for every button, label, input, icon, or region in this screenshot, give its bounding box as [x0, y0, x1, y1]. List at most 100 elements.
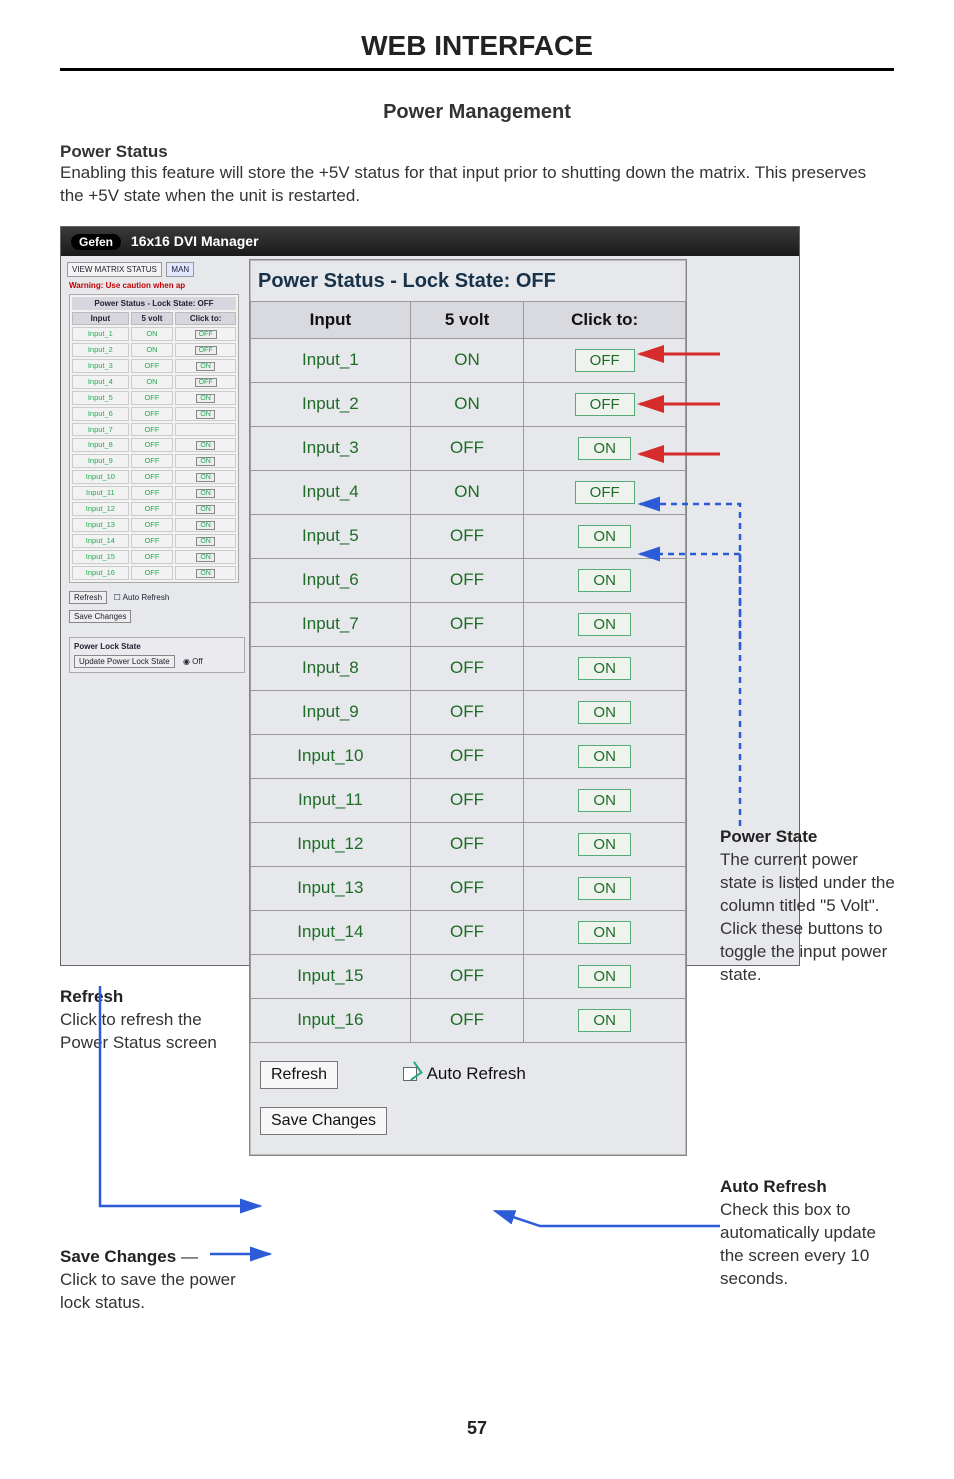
zoom-table-row: Input_15OFF ON — [251, 954, 686, 998]
mini-table-row: Input_11OFFON — [72, 486, 236, 500]
zoom-toggle-button[interactable]: ON — [578, 657, 631, 680]
mini-toggle-button[interactable]: OFF — [195, 330, 217, 339]
zoom-col-input: Input — [251, 301, 411, 338]
mini-cell-5volt: OFF — [131, 359, 174, 373]
zoom-cell-5volt: ON — [410, 470, 524, 514]
mini-cell-label: Input_15 — [72, 550, 129, 564]
mini-toggle-button[interactable]: ON — [196, 537, 215, 546]
mini-cell-5volt: OFF — [131, 438, 174, 452]
mini-toggle-button[interactable]: ON — [196, 473, 215, 482]
mini-status-table: Power Status - Lock State: OFF Input 5 v… — [69, 294, 239, 583]
zoom-toggle-button[interactable]: ON — [578, 701, 631, 724]
mini-cell-label: Input_2 — [72, 343, 129, 357]
mini-col-clickto: Click to: — [175, 312, 236, 325]
tab-view-matrix-status[interactable]: VIEW MATRIX STATUS — [67, 262, 162, 277]
zoom-table-row: Input_9OFFON — [251, 690, 686, 734]
zoom-toggle-button[interactable]: ON — [578, 921, 631, 944]
zoom-refresh-button[interactable]: Refresh — [260, 1061, 338, 1089]
zoom-toggle-button[interactable]: OFF — [575, 349, 635, 372]
mini-cell-clickto: ON — [175, 550, 236, 564]
zoom-table-row: Input_16OFFON — [251, 998, 686, 1042]
zoom-table-row: Input_11OFFON — [251, 778, 686, 822]
zoom-cell-clickto: ON — [524, 734, 686, 778]
zoom-table-row: Input_14OFFON — [251, 910, 686, 954]
mini-toggle-button[interactable]: OFF — [195, 346, 217, 355]
mini-table-row: Input_7OFF — [72, 423, 236, 436]
zoom-toggle-button[interactable]: ON — [578, 437, 631, 460]
zoom-cell-5volt: OFF — [410, 646, 524, 690]
zoom-toggle-button[interactable]: ON — [578, 525, 631, 548]
mini-table-row: Input_3OFFON — [72, 359, 236, 373]
zoom-save-changes-button[interactable]: Save Changes — [260, 1107, 387, 1135]
zoom-cell-label: Input_9 — [251, 690, 411, 734]
zoom-auto-refresh-checkbox[interactable] — [403, 1067, 417, 1081]
zoom-cell-label: Input_15 — [251, 954, 411, 998]
zoom-toggle-button[interactable]: OFF — [575, 481, 635, 504]
mini-toggle-button[interactable]: ON — [196, 505, 215, 514]
zoom-cell-label: Input_7 — [251, 602, 411, 646]
pls-update-button[interactable]: Update Power Lock State — [74, 655, 175, 668]
mini-cell-5volt: OFF — [131, 550, 174, 564]
mini-cell-label: Input_16 — [72, 566, 129, 580]
mini-cell-label: Input_10 — [72, 470, 129, 484]
zoom-title: Power Status - Lock State: OFF — [250, 260, 686, 301]
mini-cell-5volt: OFF — [131, 534, 174, 548]
zoom-toggle-button[interactable]: ON — [578, 965, 631, 988]
mini-cell-clickto: ON — [175, 502, 236, 516]
power-status-body: Enabling this feature will store the +5V… — [60, 162, 894, 208]
mini-cell-clickto: ON — [175, 407, 236, 421]
mini-toggle-button[interactable]: ON — [196, 521, 215, 530]
zoom-table-row: Input_10OFFON — [251, 734, 686, 778]
zoom-table-row: Input_6OFFON — [251, 558, 686, 602]
zoom-cell-5volt: OFF — [410, 954, 524, 998]
mini-toggle-button[interactable]: ON — [196, 394, 215, 403]
mini-table-row: Input_12OFFON — [72, 502, 236, 516]
zoom-cell-clickto: ON — [524, 426, 686, 470]
mini-cell-label: Input_11 — [72, 486, 129, 500]
mini-toggle-button[interactable]: OFF — [195, 378, 217, 387]
zoom-cell-5volt: ON — [410, 382, 524, 426]
zoom-cell-clickto: OFF — [524, 338, 686, 382]
mini-cell-clickto: ON — [175, 391, 236, 405]
zoom-toggle-button[interactable]: ON — [578, 1009, 631, 1032]
zoom-cell-clickto: ON — [524, 558, 686, 602]
mini-refresh-button[interactable]: Refresh — [69, 591, 107, 604]
zoom-toggle-button[interactable]: ON — [578, 789, 631, 812]
zoom-toggle-button[interactable]: ON — [578, 877, 631, 900]
mini-cell-label: Input_4 — [72, 375, 129, 389]
mini-toggle-button[interactable]: ON — [196, 553, 215, 562]
mini-cell-label: Input_9 — [72, 454, 129, 468]
app-title-text: 16x16 DVI Manager — [131, 233, 259, 249]
zoom-cell-label: Input_12 — [251, 822, 411, 866]
zoom-col-5volt: 5 volt — [410, 301, 524, 338]
mini-toggle-button[interactable]: ON — [196, 489, 215, 498]
zoom-table-row: Input_13OFFON — [251, 866, 686, 910]
zoom-toggle-button[interactable]: ON — [578, 833, 631, 856]
zoom-toggle-button[interactable]: ON — [578, 745, 631, 768]
mini-toggle-button[interactable]: ON — [196, 441, 215, 450]
pls-title: Power Lock State — [74, 642, 240, 651]
brand-logo: Gefen — [71, 234, 121, 250]
zoom-cell-5volt: ON — [410, 338, 524, 382]
zoom-table-row: Input_1ONOFF — [251, 338, 686, 382]
mini-cell-clickto: ON — [175, 486, 236, 500]
mini-auto-refresh-label[interactable]: Auto Refresh — [123, 593, 170, 602]
mini-cell-clickto: ON — [175, 470, 236, 484]
mini-toggle-button[interactable]: ON — [196, 362, 215, 371]
zoom-cell-clickto: ON — [524, 998, 686, 1042]
mini-cell-5volt: OFF — [131, 502, 174, 516]
zoom-toggle-button[interactable]: ON — [578, 613, 631, 636]
annot-auto-refresh: Auto Refresh Check this box to automatic… — [720, 1176, 895, 1291]
mini-save-changes-button[interactable]: Save Changes — [69, 610, 131, 623]
zoom-toggle-button[interactable]: ON — [578, 569, 631, 592]
pls-radio-off[interactable]: ◉ Off — [183, 657, 203, 666]
zoom-cell-5volt: OFF — [410, 426, 524, 470]
mini-toggle-button[interactable]: ON — [196, 410, 215, 419]
mini-toggle-button[interactable]: ON — [196, 569, 215, 578]
tab-management-left[interactable]: MAN — [166, 262, 194, 277]
mini-cell-clickto: ON — [175, 518, 236, 532]
zoom-toggle-button[interactable]: OFF — [575, 393, 635, 416]
zoom-cell-clickto: ON — [524, 778, 686, 822]
mini-cell-clickto: ON — [175, 454, 236, 468]
mini-toggle-button[interactable]: ON — [196, 457, 215, 466]
